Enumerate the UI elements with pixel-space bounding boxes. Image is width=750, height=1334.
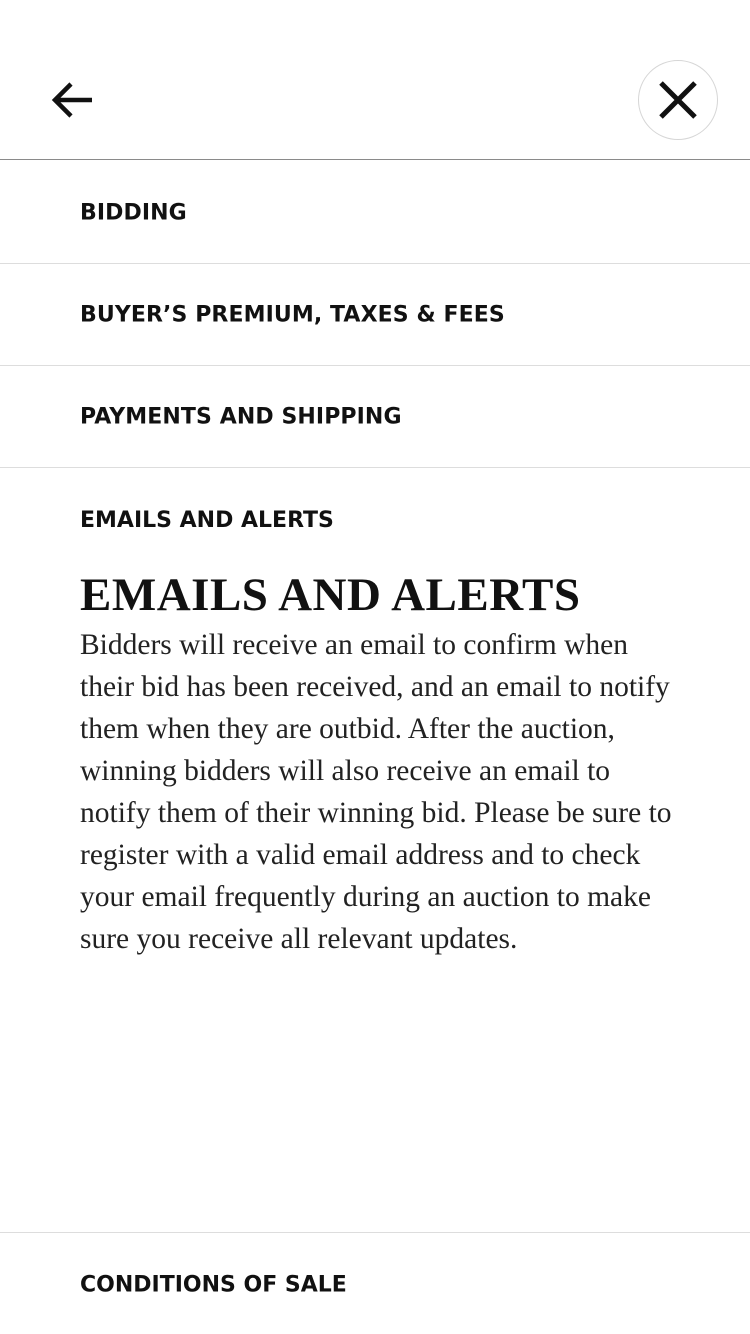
section-body: Bidders will receive an email to confirm…	[80, 629, 672, 955]
menu-item-label: BIDDING	[80, 200, 187, 225]
menu-item-conditions-of-sale[interactable]: CONDITIONS OF SALE	[0, 1233, 750, 1334]
menu-item-payments-shipping[interactable]: PAYMENTS AND SHIPPING	[0, 366, 750, 468]
menu-item-label: CONDITIONS OF SALE	[80, 1272, 347, 1298]
top-bar	[0, 0, 750, 160]
menu-item-label: BUYER’S PREMIUM, TAXES & FEES	[80, 302, 505, 327]
menu-item-emails-alerts[interactable]: EMAILS AND ALERTS	[80, 508, 334, 533]
close-icon	[659, 81, 697, 119]
menu-item-label: PAYMENTS AND SHIPPING	[80, 404, 402, 429]
back-button[interactable]	[42, 70, 102, 130]
menu-item-bidding[interactable]: BIDDING	[0, 162, 750, 264]
section-title: EMAILS AND ALERTS	[80, 569, 581, 621]
close-button[interactable]	[638, 60, 718, 140]
menu-item-buyers-premium[interactable]: BUYER’S PREMIUM, TAXES & FEES	[0, 264, 750, 366]
arrow-left-icon	[51, 82, 92, 118]
expanded-section-emails-alerts: EMAILS AND ALERTS EMAILS AND ALERTS Bidd…	[0, 468, 750, 1233]
